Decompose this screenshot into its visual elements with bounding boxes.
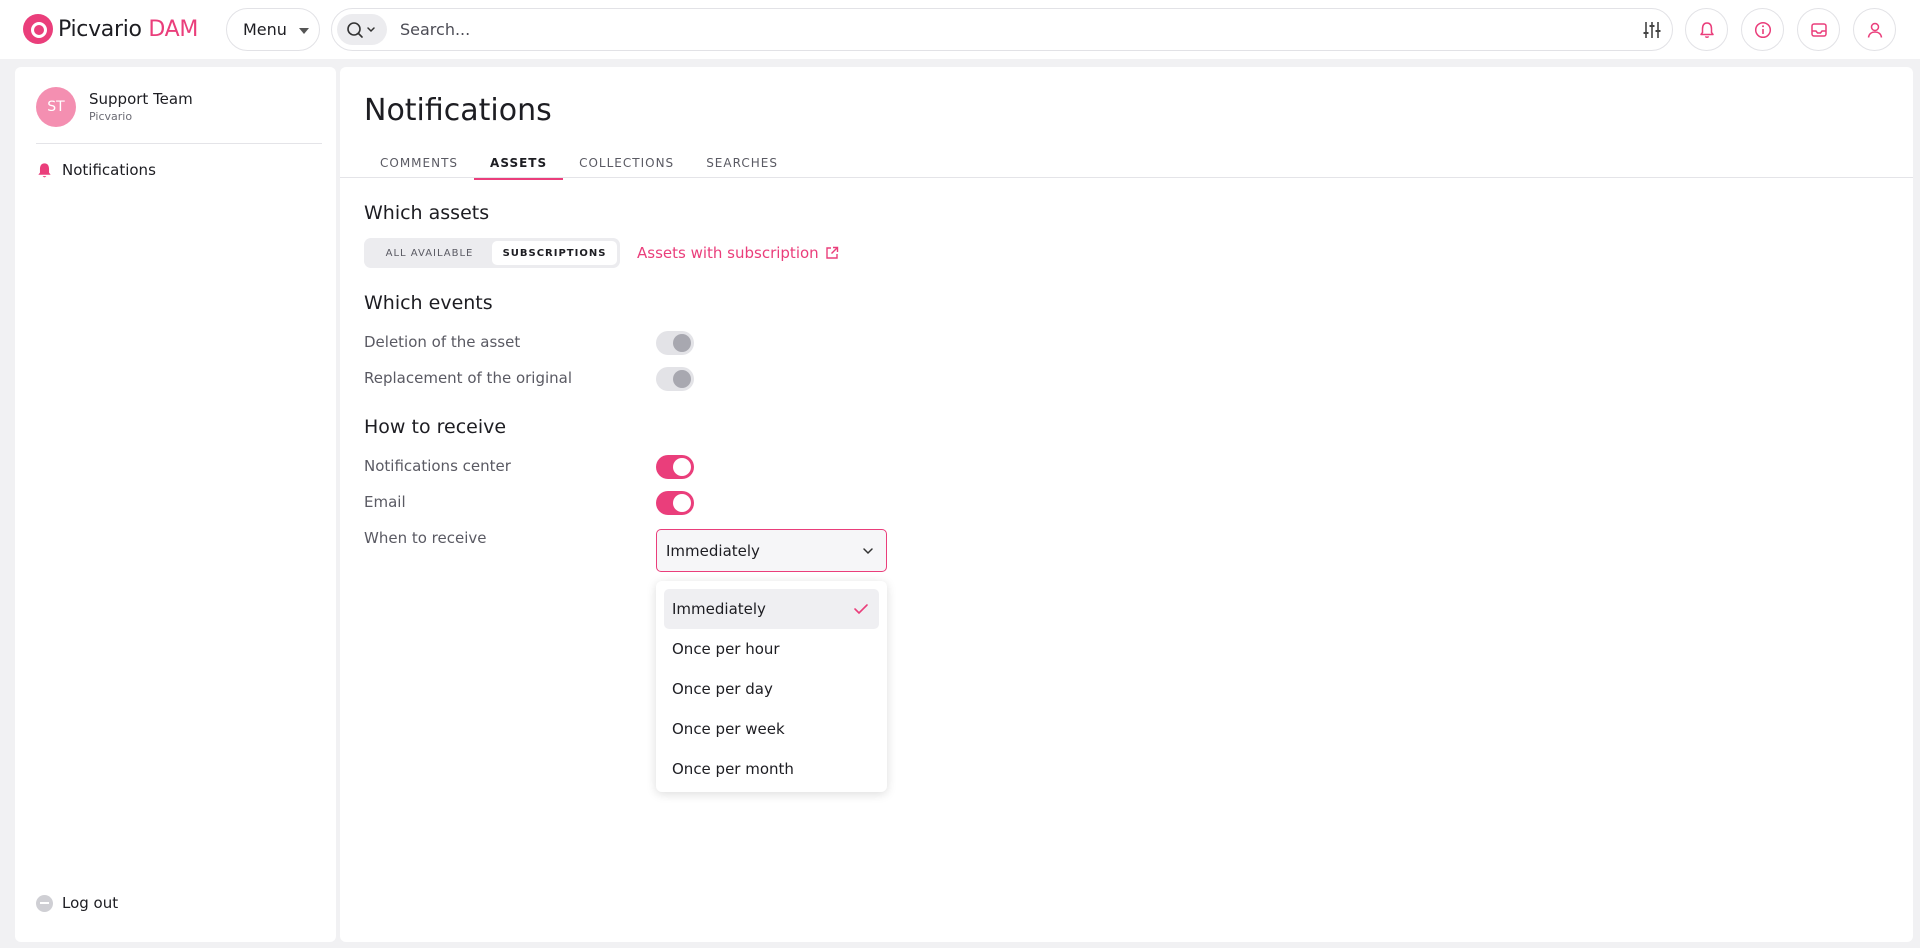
replacement-toggle[interactable] [656, 367, 694, 391]
sidebar-item-notifications[interactable]: Notifications [36, 161, 156, 179]
search-icon [347, 22, 375, 38]
sidebar-item-label: Notifications [62, 161, 156, 179]
tab-assets[interactable]: ASSETS [474, 147, 564, 180]
menu-button[interactable]: Menu [226, 8, 320, 51]
search-bar [331, 8, 1673, 51]
asset-scope-segmented-control: ALL AVAILABLE SUBSCRIPTIONS [364, 238, 620, 268]
option-label: Once per hour [672, 640, 780, 658]
page-title: Notifications [364, 93, 552, 128]
sidebar-divider [36, 143, 322, 144]
user-org: Picvario [89, 110, 133, 123]
checkmark-icon [854, 604, 868, 615]
filter-sliders-icon[interactable] [1642, 20, 1662, 40]
bell-icon [38, 162, 51, 177]
option-label: Once per month [672, 760, 794, 778]
chevron-down-icon [863, 548, 873, 555]
option-once-per-day[interactable]: Once per day [664, 669, 879, 709]
logout-button[interactable]: Log out [36, 894, 118, 912]
picvario-logo[interactable]: Picvario DAM [23, 14, 198, 44]
notifications-button[interactable] [1685, 8, 1728, 51]
user-card[interactable]: ST Support Team Picvario [36, 87, 193, 127]
tab-comments[interactable]: COMMENTS [364, 147, 474, 178]
notifications-center-label: Notifications center [364, 457, 511, 475]
logo-mark-icon [23, 14, 53, 44]
logo-name: Picvario [58, 16, 142, 42]
link-label: Assets with subscription [637, 244, 819, 262]
toggle-knob [673, 370, 691, 388]
logo-suffix: DAM [148, 16, 199, 42]
inbox-icon [1810, 22, 1827, 37]
all-available-option[interactable]: ALL AVAILABLE [367, 241, 492, 265]
caret-down-icon [299, 28, 309, 34]
tab-collections[interactable]: COLLECTIONS [563, 147, 690, 178]
tab-searches[interactable]: SEARCHES [690, 147, 794, 178]
option-label: Once per day [672, 680, 773, 698]
external-link-icon [825, 246, 838, 259]
when-to-receive-dropdown: Immediately Once per hour Once per day O… [656, 581, 887, 792]
avatar: ST [36, 87, 76, 127]
search-scope-button[interactable] [337, 14, 387, 45]
when-to-receive-select[interactable]: Immediately [656, 529, 887, 572]
toggle-knob [673, 494, 691, 512]
email-toggle[interactable] [656, 491, 694, 515]
menu-label: Menu [243, 20, 287, 39]
user-name: Support Team [89, 90, 193, 108]
email-label: Email [364, 493, 406, 511]
option-once-per-month[interactable]: Once per month [664, 749, 879, 789]
toggle-knob [673, 458, 691, 476]
option-once-per-week[interactable]: Once per week [664, 709, 879, 749]
tab-bar: COMMENTS ASSETS COLLECTIONS SEARCHES [364, 147, 794, 180]
option-label: Immediately [672, 600, 766, 618]
info-icon [1754, 21, 1771, 38]
which-assets-heading: Which assets [364, 202, 490, 224]
which-events-heading: Which events [364, 292, 493, 314]
tab-divider [340, 177, 1913, 178]
user-icon [1867, 22, 1882, 38]
select-value: Immediately [666, 541, 760, 560]
notifications-center-toggle[interactable] [656, 455, 694, 479]
toggle-knob [673, 334, 691, 352]
when-to-receive-label: When to receive [364, 529, 487, 547]
deletion-toggle[interactable] [656, 331, 694, 355]
main-panel: Notifications COMMENTS ASSETS COLLECTION… [340, 67, 1913, 942]
user-profile-button[interactable] [1853, 8, 1896, 51]
search-input[interactable] [400, 9, 1580, 50]
subscriptions-option[interactable]: SUBSCRIPTIONS [492, 241, 617, 265]
sidebar: ST Support Team Picvario Notifications L… [15, 67, 336, 942]
option-once-per-hour[interactable]: Once per hour [664, 629, 879, 669]
inbox-button[interactable] [1797, 8, 1840, 51]
top-bar: Picvario DAM Menu [0, 0, 1920, 59]
option-label: Once per week [672, 720, 785, 738]
deletion-label: Deletion of the asset [364, 333, 521, 351]
bell-icon [1699, 21, 1714, 38]
logout-label: Log out [62, 894, 119, 912]
option-immediately[interactable]: Immediately [664, 589, 879, 629]
logout-icon [36, 894, 53, 912]
how-to-receive-heading: How to receive [364, 416, 507, 438]
assets-with-subscription-link[interactable]: Assets with subscription [637, 244, 839, 262]
replacement-label: Replacement of the original [364, 369, 573, 387]
info-button[interactable] [1741, 8, 1784, 51]
